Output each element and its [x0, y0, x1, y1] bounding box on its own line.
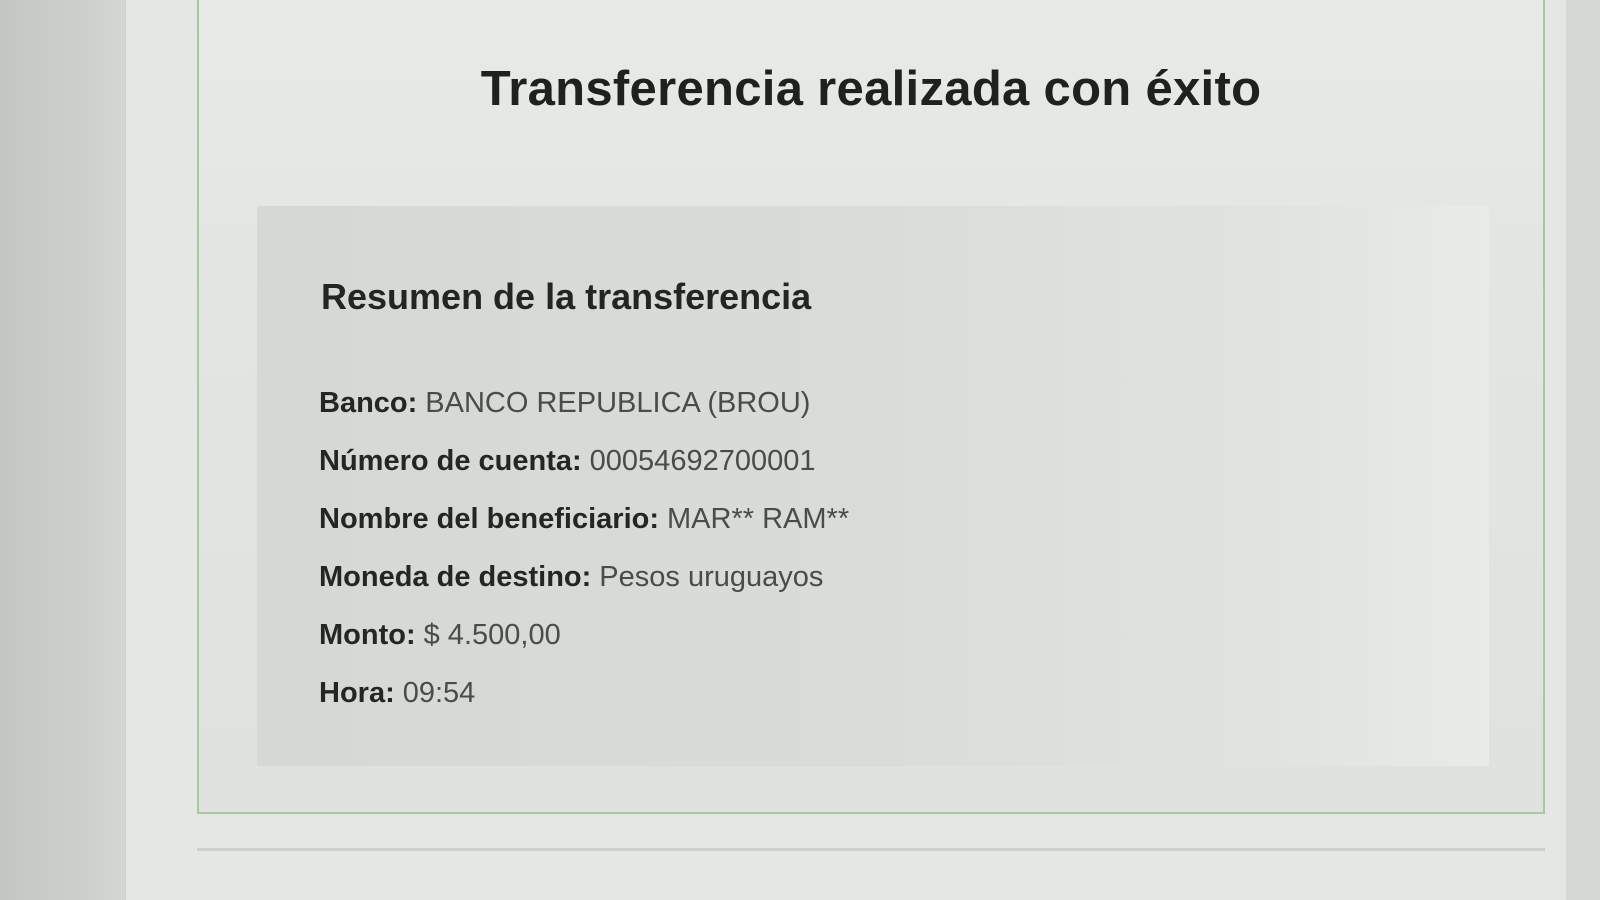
account-number-value: 00054692700001 [589, 445, 816, 477]
detail-label: Banco: [319, 387, 418, 419]
left-background [0, 0, 125, 900]
detail-row-beneficiary: Nombre del beneficiario: MAR** RAM** [319, 490, 849, 548]
detail-label: Nombre del beneficiario: [319, 503, 660, 535]
summary-heading: Resumen de la transferencia [321, 276, 812, 317]
transfer-details-list: Banco: BANCO REPUBLICA (BROU) Número de c… [319, 374, 849, 722]
bank-value: BANCO REPUBLICA (BROU) [425, 387, 811, 419]
divider [197, 848, 1545, 851]
detail-row-time: Hora: 09:54 [319, 664, 849, 722]
amount-value: $ 4.500,00 [423, 619, 561, 651]
transfer-summary-panel: Resumen de la transferencia Banco: BANCO … [257, 206, 1489, 766]
detail-row-amount: Monto: $ 4.500,00 [319, 606, 849, 664]
success-title: Transferencia realizada con éxito [480, 61, 1262, 116]
detail-label: Moneda de destino: [319, 561, 592, 593]
detail-label: Hora: [319, 677, 395, 709]
detail-label: Monto: [319, 619, 416, 651]
detail-row-currency: Moneda de destino: Pesos uruguayos [319, 548, 849, 606]
detail-label: Número de cuenta: [319, 445, 582, 477]
detail-row-bank: Banco: BANCO REPUBLICA (BROU) [319, 374, 849, 432]
beneficiary-value: MAR** RAM** [667, 503, 850, 535]
detail-row-account-number: Número de cuenta: 00054692700001 [319, 432, 849, 490]
currency-value: Pesos uruguayos [599, 561, 824, 593]
time-value: 09:54 [402, 677, 476, 709]
success-card: Transferencia realizada con éxito Resume… [197, 0, 1545, 814]
